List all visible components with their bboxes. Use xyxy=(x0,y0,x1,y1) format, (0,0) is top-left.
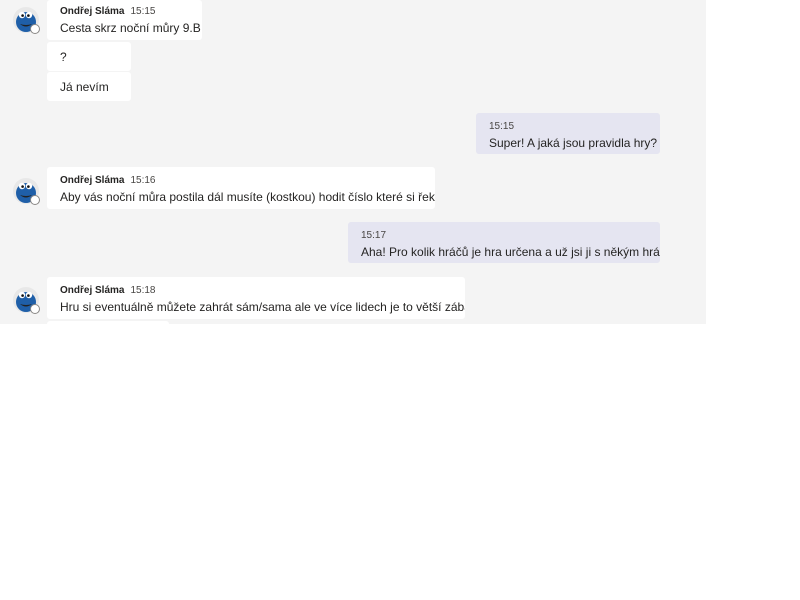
sender-name[interactable]: Ondřej Sláma xyxy=(60,6,124,17)
message-bubble[interactable]: ? xyxy=(47,42,131,71)
message-text: Hru si eventuálně můžete zahrát sám/sama… xyxy=(60,300,465,314)
message-header: Ondřej Sláma 15:15 xyxy=(60,4,202,20)
message-bubble[interactable]: Ondřej Sláma 15:16 Aby vás noční můra pos… xyxy=(47,167,435,209)
presence-status-icon xyxy=(30,304,40,314)
message-text: Cesta skrz noční můry 9.B xyxy=(60,21,201,35)
message-bubble-own[interactable]: 15:17 Aha! Pro kolik hráčů je hra určena… xyxy=(348,222,660,263)
message-header: Ondřej Sláma 15:16 xyxy=(60,173,435,189)
message-bubble[interactable]: Ondřej Sláma 15:18 Hru si eventuálně může… xyxy=(47,277,465,319)
message-text: Aha! Pro kolik hráčů je hra určena a už … xyxy=(361,245,660,259)
message-header: Ondřej Sláma 15:18 xyxy=(60,283,465,299)
sender-name[interactable]: Ondřej Sláma xyxy=(60,175,124,186)
message-bubble[interactable]: Já nevím xyxy=(47,72,131,101)
presence-status-icon xyxy=(30,24,40,34)
message-bubble[interactable]: Ondřej Sláma 15:15 Cesta skrz noční můry … xyxy=(47,0,202,40)
message-text: ? xyxy=(60,50,67,64)
message-time: 15:18 xyxy=(130,285,156,296)
message-text: Já nevím xyxy=(60,80,109,94)
chat-pane: Ondřej Sláma 15:15 Cesta skrz noční můry … xyxy=(0,0,706,324)
message-time: 15:16 xyxy=(130,175,156,186)
message-time: 15:15 xyxy=(489,121,515,132)
avatar-icon[interactable] xyxy=(12,177,40,205)
message-bubble-partial[interactable] xyxy=(47,321,169,324)
avatar-icon[interactable] xyxy=(12,6,40,34)
presence-status-icon xyxy=(30,195,40,205)
message-time: 15:15 xyxy=(130,6,156,17)
message-bubble-own[interactable]: 15:15 Super! A jaká jsou pravidla hry? xyxy=(476,113,660,154)
message-text: Aby vás noční můra postila dál musíte (k… xyxy=(60,190,435,204)
message-text: Super! A jaká jsou pravidla hry? xyxy=(489,136,658,150)
sender-name[interactable]: Ondřej Sláma xyxy=(60,285,124,296)
avatar-icon[interactable] xyxy=(12,286,40,314)
message-time: 15:17 xyxy=(361,230,387,241)
